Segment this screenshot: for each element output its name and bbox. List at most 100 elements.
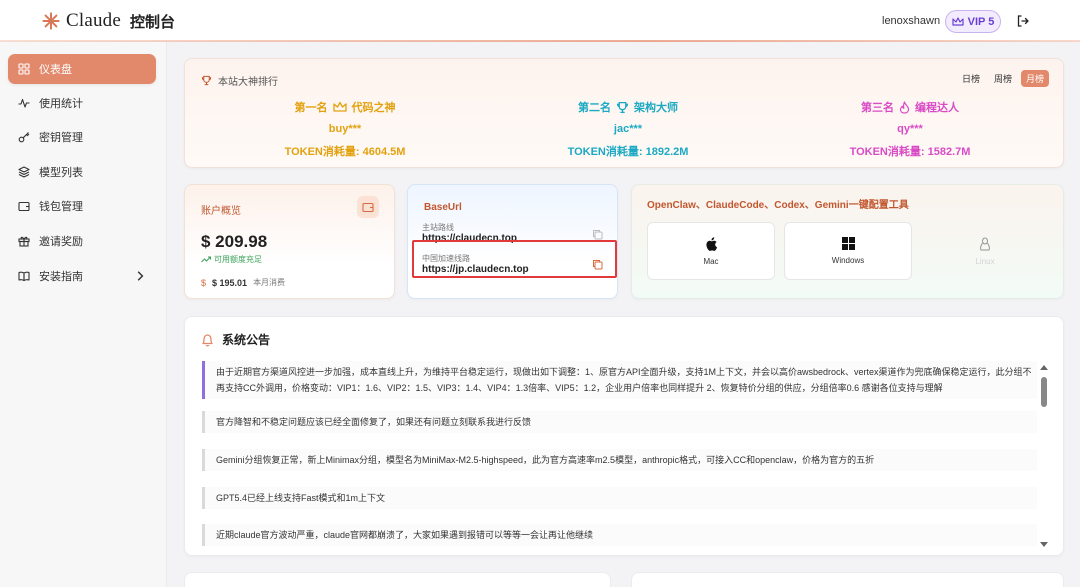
dashboard-icon [18, 63, 30, 75]
linux-icon [980, 237, 990, 250]
tab-weekly[interactable]: 周榜 [989, 70, 1017, 87]
baseurl-title: BaseUrl [424, 202, 462, 213]
sidebar-item-label: 仪表盘 [39, 64, 72, 76]
rank-badge: 编程达人 [915, 102, 959, 114]
tab-daily[interactable]: 日榜 [957, 70, 985, 87]
account-balance: $ 209.98 [201, 232, 268, 251]
chevron-right-icon [137, 271, 144, 281]
rank-token: TOKEN消耗量: 4604.5M [284, 146, 406, 158]
bottom-card-right [631, 572, 1064, 587]
logout-icon[interactable] [1016, 14, 1030, 28]
spent-amount: $ 195.01 [212, 277, 248, 288]
brand-name: Claude [66, 10, 122, 31]
key-icon [18, 132, 30, 143]
vip-label: VIP 5 [967, 15, 995, 28]
bottom-card-left [184, 572, 611, 587]
rank-badge: 架构大师 [634, 102, 678, 114]
sidebar-item-label: 钱包管理 [39, 201, 83, 213]
trophy-icon [616, 101, 629, 113]
announcement-item: Gemini分组恢复正常，新上Minimax分组，模型名为MiniMax-M2.… [202, 449, 1037, 471]
tab-monthly[interactable]: 月榜 [1020, 70, 1049, 87]
apple-icon [705, 236, 717, 251]
account-wallet-button[interactable] [357, 196, 379, 218]
ranking-period-tabs: 日榜 周榜 月榜 [957, 70, 1049, 87]
announcement-item: GPT5.4已经上线支持Fast模式和1m上下文 [202, 487, 1037, 509]
spent-label: 本月消费 [253, 278, 286, 287]
announcement-scrollbar[interactable] [1039, 365, 1049, 547]
announcement-item: 官方降智和不稳定问题应该已经全面修复了，如果还有问题立刻联系我进行反馈 [202, 411, 1037, 433]
rank-third: 第三名 编程达人 qy*** TOKEN消耗量: 1582.7M [810, 99, 1010, 159]
brand-logo[interactable]: Claude 控制台 [42, 10, 175, 32]
rank-token: TOKEN消耗量: 1582.7M [849, 146, 971, 158]
sidebar-item-wallet[interactable]: 钱包管理 [8, 191, 156, 221]
rank-user: jac*** [613, 123, 643, 135]
ranking-title: 本站大神排行 [201, 73, 278, 88]
windows-download-button[interactable]: Windows [784, 222, 912, 280]
mac-download-button[interactable]: Mac [647, 222, 775, 280]
announcement-title-text: 系统公告 [222, 333, 271, 347]
rank-header: 第一名 代码之神 [245, 99, 445, 115]
rank-second: 第二名 架构大师 jac*** TOKEN消耗量: 1892.2M [528, 99, 728, 159]
sidebar-item-label: 邀请奖励 [39, 236, 83, 248]
sidebar-item-label: 使用统计 [39, 98, 83, 110]
tool-title: OpenClaw、ClaudeCode、Codex、Gemini一键配置工具 [647, 200, 909, 211]
console-title: 控制台 [130, 13, 176, 31]
highlight-annotation-box [412, 240, 617, 278]
rank-header: 第二名 架构大师 [528, 99, 728, 115]
rank-place: 第三名 [861, 102, 894, 114]
book-icon [18, 271, 30, 282]
rank-user: qy*** [897, 123, 923, 135]
rank-place: 第二名 [578, 102, 611, 114]
wallet-icon [362, 202, 374, 213]
sidebar-item-label: 安装指南 [39, 271, 83, 283]
rank-place: 第一名 [294, 102, 328, 114]
trophy-icon [201, 75, 212, 86]
claude-star-icon [42, 12, 60, 30]
os-label: Linux [975, 256, 995, 266]
os-label: Mac [703, 256, 719, 266]
announcement-item: 近期claude官方波动严重，claude官网都崩溃了，大家如果遇到报错可以等等… [202, 524, 1037, 546]
rank-badge: 代码之神 [351, 102, 396, 114]
rank-first: 第一名 代码之神 buy*** TOKEN消耗量: 4604.5M [245, 99, 445, 159]
sidebar-item-label: 模型列表 [39, 167, 83, 179]
layers-icon [18, 166, 30, 178]
username[interactable]: lenoxshawn [882, 15, 940, 27]
account-status-text: 可用额度充足 [214, 255, 262, 264]
announcement-title: 系统公告 [201, 331, 270, 348]
linux-download-button[interactable]: Linux [921, 222, 1049, 280]
scroll-up-arrow[interactable] [1040, 365, 1048, 370]
copy-icon[interactable] [592, 229, 603, 240]
sidebar-item-label: 密钥管理 [39, 132, 83, 144]
scroll-down-arrow[interactable] [1040, 542, 1048, 547]
crown-icon [332, 101, 347, 112]
top-bar: Claude 控制台 lenoxshawn VIP 5 [0, 0, 1080, 42]
sidebar-item-invite[interactable]: 邀请奖励 [8, 226, 156, 256]
gift-icon [18, 236, 30, 247]
scroll-thumb[interactable] [1041, 377, 1047, 407]
wallet-icon [18, 201, 30, 212]
ranking-title-text: 本站大神排行 [218, 77, 278, 88]
sidebar-item-models[interactable]: 模型列表 [8, 157, 156, 187]
announcement-card: 系统公告 由于近期官方渠道风控进一步加强，成本直线上升，为维持平台稳定运行，现做… [184, 316, 1064, 556]
os-label: Windows [831, 256, 865, 265]
account-overview-card: 账户概览 $ 209.98 可用额度充足 $ $ 195.01 本月消费 [184, 184, 395, 299]
sidebar-item-usage[interactable]: 使用统计 [8, 88, 156, 118]
rank-token: TOKEN消耗量: 1892.2M [567, 146, 689, 158]
route-label-main: 主站路线 [422, 223, 454, 232]
windows-icon [841, 237, 855, 250]
trend-up-icon [201, 256, 211, 263]
announcement-item: 由于近期官方渠道风控进一步加强，成本直线上升，为维持平台稳定运行，现做出如下调整… [202, 361, 1037, 399]
config-tool-card: OpenClaw、ClaudeCode、Codex、Gemini一键配置工具 M… [631, 184, 1064, 299]
rank-header: 第三名 编程达人 [810, 99, 1010, 115]
flame-icon [899, 100, 910, 114]
account-status: 可用额度充足 [201, 254, 262, 265]
sidebar-item-keys[interactable]: 密钥管理 [8, 122, 156, 152]
vip-badge[interactable]: VIP 5 [945, 10, 1001, 33]
sidebar-item-dashboard[interactable]: 仪表盘 [8, 54, 156, 84]
dollar-icon: $ [201, 277, 207, 288]
account-title: 账户概览 [201, 206, 241, 217]
sidebar: 仪表盘 使用统计 密钥管理 模型列表 钱包管理 邀请奖励 安装指南 [0, 42, 167, 587]
sidebar-item-install-guide[interactable]: 安装指南 [8, 261, 156, 291]
bell-icon [202, 333, 213, 346]
rank-user: buy*** [328, 123, 362, 135]
